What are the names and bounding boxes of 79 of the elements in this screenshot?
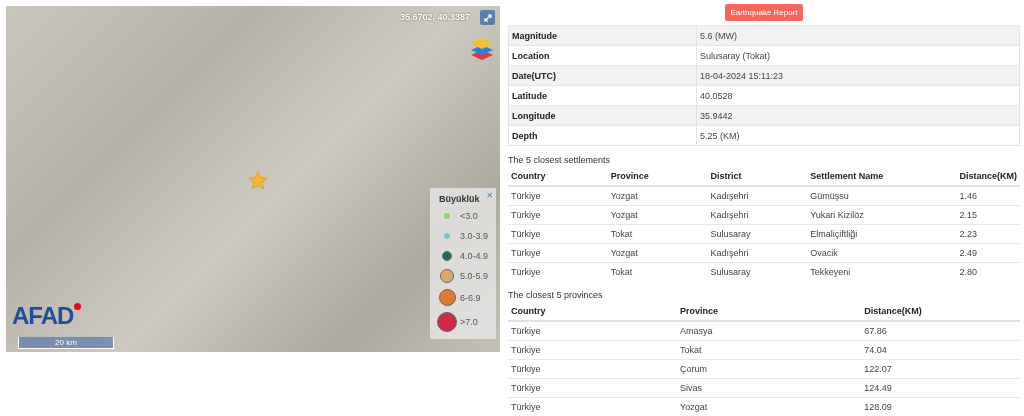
table-cell: Türkiye [508,321,677,341]
table-cell: Yukari Kizilöz [807,205,957,225]
expand-icon [483,13,492,22]
table-cell: 1.46 [956,186,1020,206]
table-cell: Türkiye [508,243,608,263]
table-cell: Ovacik [807,243,957,263]
column-header: Province [676,302,862,321]
table-cell: 122.07 [861,359,1020,379]
legend-label: <3.0 [460,211,478,221]
detail-value: 5.25 (KM) [696,125,1020,146]
detail-value: Sulusaray (Tokat) [696,45,1020,66]
legend-label: 6-6.9 [460,292,481,303]
logo: AFAD [12,302,74,330]
table-cell: Türkiye [508,262,608,281]
table-cell: 2.23 [956,224,1020,244]
table-cell: Çorum [676,359,862,379]
section-title: The 5 closest settlements [508,155,612,165]
detail-label: Longitude [508,105,697,126]
table-cell: 128.09 [861,397,1020,416]
table-cell: Türkiye [508,186,608,206]
detail-label: Date(UTC) [508,65,697,86]
legend-label: >7.0 [460,317,478,327]
detail-label: Depth [508,125,697,146]
column-header: Distance(KM) [956,167,1020,186]
table-cell: 2.49 [956,243,1020,263]
table-cell: Kadışehri [707,186,808,206]
table-cell: Türkiye [508,359,677,379]
table-cell: Sulusaray [707,262,808,281]
table-cell: Sivas [676,378,862,398]
legend-label: 5.0-5.9 [460,271,489,281]
table-cell: Yozgat [607,186,708,206]
column-header: Province [607,167,708,186]
table-cell: Kadışehri [707,243,808,263]
column-header: Settlement Name [807,167,957,186]
table-cell: Türkiye [508,224,608,244]
table-cell: 74.04 [861,340,1020,360]
expand-button[interactable] [480,10,495,25]
epicenter-star-icon[interactable] [248,171,268,190]
column-header: District [707,167,808,186]
section-title: The closest 5 provinces [508,290,604,300]
table-cell: Tokat [607,262,708,281]
legend-label: 3.0-3.9 [460,231,489,241]
table-cell: Yozgat [607,243,708,263]
table-cell: Türkiye [508,378,677,398]
map-view[interactable]: 35.6702, 40.3387 AFAD 20 km Büyüklük × <3.0 3.0-3.9 4.0-4.9 5.0-5.9 6-6.9 >7.0 [6,6,500,352]
table-cell: Elmaliçiftliği [807,224,957,244]
table-cell: Türkiye [508,340,677,360]
table-cell: Türkiye [508,397,677,416]
layers-icon[interactable] [470,36,494,62]
table-cell: Kadışehri [707,205,808,225]
table-cell: Tokat [607,224,708,244]
earthquake-report-button[interactable]: Earthquake Report [725,4,803,21]
table-cell: Türkiye [508,205,608,225]
table-cell: Gümüşsu [807,186,957,206]
detail-label: Magnitude [508,25,697,46]
scale-bar: 20 km [18,337,114,349]
table-cell: 2.80 [956,262,1020,281]
detail-value: 35.9442 [696,105,1020,126]
legend-title: Büyüklük [439,194,480,204]
table-cell: 67.86 [861,321,1020,341]
table-cell: Sulusaray [707,224,808,244]
table-cell: 124.49 [861,378,1020,398]
legend-label: 4.0-4.9 [460,251,489,261]
close-button[interactable]: × [486,190,493,201]
column-header: Country [508,167,608,186]
detail-value: 5.6 (MW) [696,25,1020,46]
table-cell: Yozgat [676,397,862,416]
detail-label: Latitude [508,85,697,106]
detail-label: Location [508,45,697,66]
table-cell: Tekkeyeni [807,262,957,281]
column-header: Distance(KM) [861,302,1020,321]
table-cell: Amasya [676,321,862,341]
coordinates-label: 35.6702, 40.3387 [399,12,470,22]
detail-value: 40.0528 [696,85,1020,106]
detail-value: 18-04-2024 15:11:23 [696,65,1020,86]
table-cell: Yozgat [607,205,708,225]
column-header: Country [508,302,677,321]
table-cell: 2.15 [956,205,1020,225]
table-cell: Tokat [676,340,862,360]
